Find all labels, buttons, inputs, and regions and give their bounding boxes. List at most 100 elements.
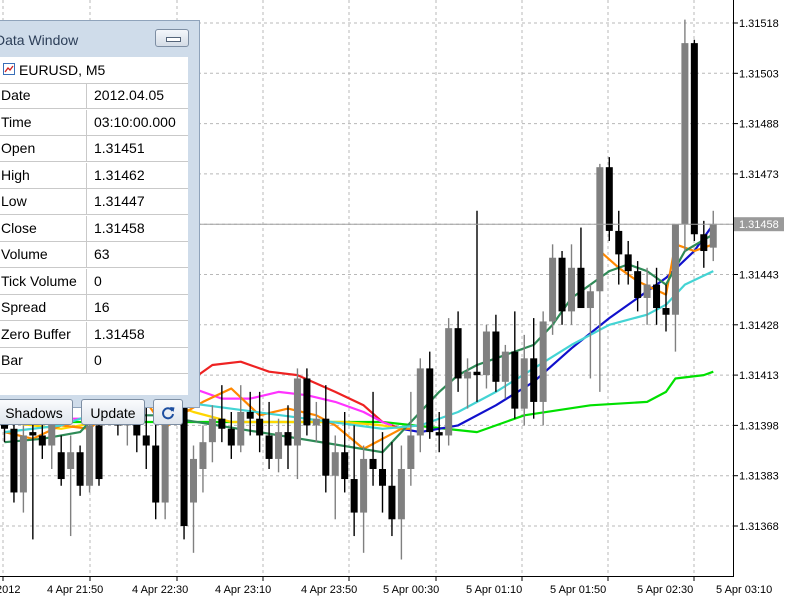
shadows-button[interactable]: Shadows: [0, 399, 73, 425]
x-tick-label: 4 Apr 23:50: [301, 584, 357, 596]
refresh-button[interactable]: [153, 399, 183, 425]
candle-body: [256, 418, 264, 436]
candle-body: [275, 432, 283, 459]
candle-body: [57, 452, 65, 480]
candle-body: [492, 331, 500, 382]
x-tick-label: 5 Apr 01:10: [466, 584, 522, 596]
candle-body: [293, 378, 301, 446]
data-row-value: 0: [94, 352, 102, 368]
data-row-value: 16: [94, 299, 110, 315]
data-window-titlebar[interactable]: Data Window: [0, 21, 199, 57]
candle-body: [416, 368, 424, 436]
x-tick-label: 5 Apr 02:30: [637, 584, 693, 596]
candle-body: [501, 351, 509, 382]
candle-body: [596, 167, 604, 292]
y-tick-label: 1.31518: [739, 18, 779, 30]
data-row-close: Close 1.31458: [0, 215, 188, 242]
data-row-label: Time: [0, 109, 87, 135]
candle-body: [634, 271, 642, 298]
data-row-label: Spread: [0, 295, 87, 320]
candle-body: [312, 418, 320, 426]
candle-body: [67, 452, 75, 469]
candle-body: [218, 418, 226, 429]
candle-body: [265, 435, 273, 459]
data-window-title: Data Window: [0, 32, 79, 48]
candle-body: [681, 43, 689, 225]
candle-body: [322, 418, 330, 476]
y-tick-label: 1.31383: [739, 471, 779, 483]
data-row-label: Zero Buffer: [0, 321, 87, 347]
chart-icon: [3, 63, 15, 75]
data-row-value: 1.31451: [94, 140, 145, 156]
data-row-value: 1.31447: [94, 193, 145, 209]
candle-body: [530, 358, 538, 402]
data-row-label: Volume: [0, 242, 87, 267]
candle-body: [605, 167, 613, 231]
candle-body: [246, 411, 254, 419]
candle-body: [350, 479, 358, 513]
candle-body: [10, 428, 18, 493]
candle-body: [615, 230, 623, 255]
minimize-icon: [166, 37, 181, 42]
y-tick-label: 1.31428: [739, 320, 779, 332]
y-tick-label: 1.31398: [739, 420, 779, 432]
data-row-date: Date 2012.04.05: [0, 83, 188, 109]
candle-body: [511, 351, 519, 409]
data-window-list: EURUSD, M5 Date 2012.04.05 Time 03:10:00.00…: [0, 57, 188, 395]
data-row-label: Close: [0, 215, 87, 241]
x-tick-label: 4 Apr 23:10: [215, 584, 271, 596]
candle-body: [454, 328, 462, 379]
candle-body: [379, 468, 386, 486]
candle-body: [662, 308, 670, 315]
candle-body: [435, 432, 443, 436]
y-tick-label: 1.31473: [739, 169, 779, 181]
candle-body: [388, 485, 396, 520]
data-row-open: Open 1.31451: [0, 136, 188, 162]
data-row-high: High 1.31462: [0, 162, 188, 189]
candle-body: [397, 468, 405, 520]
data-row-value: 1.31458: [94, 219, 145, 236]
candle-body: [208, 418, 216, 443]
data-row-value: 63: [94, 246, 110, 262]
symbol-header: EURUSD, M5: [0, 57, 188, 84]
x-tick-label: 4 Apr 22:30: [132, 584, 188, 596]
candle-body: [86, 425, 94, 486]
data-row-value: 2012.04.05: [94, 87, 165, 103]
data-window[interactable]: Data Window EURUSD, M5 Date 2012.04.05 Tim…: [0, 20, 200, 425]
candle-body: [690, 43, 698, 235]
minimize-button[interactable]: [155, 29, 189, 47]
data-row-volume: Volume 63: [0, 242, 188, 268]
candle-body: [473, 371, 481, 376]
candle-body: [199, 442, 207, 469]
update-button[interactable]: Update: [81, 399, 145, 425]
candle-body: [568, 267, 575, 312]
candle-body: [341, 452, 349, 480]
data-row-value: 1.31458: [94, 325, 145, 342]
data-row-spread: Spread 16: [0, 295, 188, 321]
y-tick-label: 1.31488: [739, 119, 779, 131]
x-tick-label: 5 Apr 03:10: [716, 584, 772, 596]
candle-body: [577, 267, 585, 309]
candle-body: [549, 257, 557, 322]
data-row-label: High: [0, 162, 87, 188]
data-row-zero-buffer: Zero Buffer 1.31458: [0, 321, 188, 348]
candle-body: [482, 331, 490, 376]
candle-body: [445, 328, 453, 436]
candle-body: [653, 284, 661, 309]
symbol-label: EURUSD, M5: [19, 62, 106, 78]
candle-body: [426, 368, 434, 433]
candle-body: [303, 378, 311, 426]
candle-body: [360, 458, 368, 513]
candle-body: [19, 435, 27, 493]
candle-body: [520, 358, 528, 409]
candle-body: [95, 425, 103, 480]
candle-body: [29, 432, 37, 436]
data-row-label: Bar: [0, 348, 87, 373]
candle-body: [586, 291, 594, 309]
candle-body: [142, 435, 150, 446]
data-row-label: Date: [0, 83, 87, 108]
y-tick-label: 1.31443: [739, 270, 779, 282]
x-tick-label: 4 Apr 21:50: [47, 584, 103, 596]
y-tick-label: 1.31368: [739, 521, 779, 533]
candle-body: [700, 234, 708, 252]
